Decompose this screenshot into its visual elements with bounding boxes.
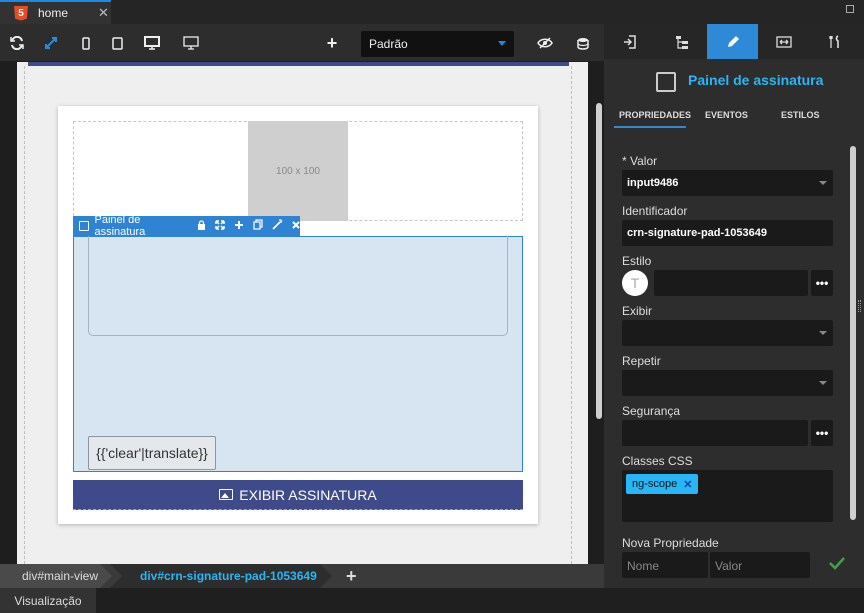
remove-icon[interactable]: ✕ (683, 478, 692, 491)
component-toolbar: Painel de assinatura (73, 214, 300, 238)
subtab-eventos[interactable]: EVENTOS (705, 110, 748, 120)
eye-slash-icon[interactable] (536, 34, 554, 52)
estilo-field[interactable] (654, 270, 808, 296)
desktop-icon[interactable] (143, 34, 161, 52)
new-property-name-input[interactable]: Nome (622, 552, 708, 578)
clear-button[interactable]: {{'clear'|translate}} (88, 436, 216, 470)
seguranca-field[interactable] (622, 420, 808, 446)
signature-pad[interactable] (88, 236, 508, 336)
database-icon[interactable] (574, 34, 592, 52)
panel-title: Painel de assinatura (688, 72, 824, 88)
status-bar (0, 588, 864, 613)
signature-icon (79, 221, 89, 231)
phone-icon[interactable] (77, 34, 95, 52)
identificador-value: crn-signature-pad-1053649 (627, 227, 767, 239)
subtab-propriedades[interactable]: PROPRIEDADES (619, 110, 691, 120)
tablet-icon[interactable] (108, 34, 126, 52)
chevron-down-icon (819, 331, 827, 335)
estilo-more-button[interactable]: ••• (811, 270, 833, 296)
tab-visualizacao[interactable]: Visualização (0, 588, 96, 613)
show-signature-button[interactable]: EXIBIR ASSINATURA (73, 480, 523, 510)
style-picker-icon[interactable]: T (622, 270, 648, 296)
valor-select-value: input9486 (627, 177, 679, 189)
new-property-value-input[interactable]: Valor (710, 552, 810, 578)
close-icon[interactable]: ✕ (98, 5, 109, 21)
canvas-scrollbar[interactable] (596, 103, 602, 419)
close-icon[interactable] (292, 220, 300, 232)
lock-icon[interactable] (197, 219, 206, 233)
panel-scrollbar[interactable] (850, 146, 856, 520)
seguranca-more-button[interactable]: ••• (811, 420, 833, 446)
chevron-down-icon (498, 41, 506, 46)
chevron-down-icon (819, 181, 827, 185)
active-subtab-indicator (614, 126, 686, 128)
subtab-estilos[interactable]: ESTILOS (781, 110, 820, 120)
add-icon[interactable]: + (323, 33, 341, 53)
css-class-chip-label: ng-scope (632, 478, 678, 490)
tab-home[interactable]: 5 home ✕ (0, 0, 111, 24)
monitor-icon[interactable] (182, 34, 200, 52)
repetir-label: Repetir (622, 354, 661, 368)
add-icon[interactable]: + (346, 566, 357, 587)
device-select[interactable]: Padrão (361, 31, 514, 57)
tab-bar (0, 0, 864, 24)
identificador-label: Identificador (622, 204, 688, 218)
show-signature-label: EXIBIR ASSINATURA (239, 486, 377, 503)
image-placeholder[interactable]: 100 x 100 (248, 121, 348, 221)
copy-icon[interactable] (253, 219, 263, 233)
estilo-label: Estilo (622, 254, 652, 268)
identificador-field[interactable]: crn-signature-pad-1053649 (622, 220, 833, 246)
signature-icon (656, 72, 676, 92)
classes-css-label: Classes CSS (622, 454, 693, 468)
seguranca-label: Segurança (622, 404, 681, 418)
resize-handle[interactable] (858, 300, 861, 312)
chevron-down-icon (819, 381, 827, 385)
exibir-label: Exibir (622, 304, 653, 318)
breadcrumb-item-signature-pad[interactable]: div#crn-signature-pad-1053649 (110, 564, 332, 588)
nova-propriedade-label: Nova Propriedade (622, 536, 719, 550)
refresh-icon[interactable] (8, 34, 26, 52)
expand-icon[interactable] (42, 34, 60, 52)
tools-icon[interactable] (809, 24, 860, 59)
tree-icon[interactable] (656, 24, 707, 59)
add-icon[interactable] (234, 220, 244, 233)
restore-window-icon[interactable] (846, 5, 854, 13)
component-label: Painel de assinatura (94, 214, 146, 238)
css-class-chip[interactable]: ng-scope ✕ (626, 474, 699, 494)
magic-wand-icon[interactable] (272, 219, 283, 233)
device-select-value: Padrão (369, 37, 408, 51)
login-icon[interactable] (604, 24, 655, 59)
repetir-select[interactable] (622, 370, 833, 396)
html5-icon: 5 (14, 5, 28, 21)
valor-select[interactable]: input9486 (622, 170, 833, 196)
valor-label: * Valor (622, 154, 658, 168)
check-icon[interactable] (829, 556, 845, 575)
image-icon (219, 489, 234, 500)
breadcrumb-item-main-view[interactable]: div#main-view (0, 564, 112, 588)
resize-horizontal-icon[interactable] (758, 24, 809, 59)
pencil-icon[interactable] (707, 24, 758, 59)
tab-label: home (38, 6, 69, 20)
fullscreen-icon[interactable] (215, 219, 225, 233)
exibir-select[interactable] (622, 320, 833, 346)
